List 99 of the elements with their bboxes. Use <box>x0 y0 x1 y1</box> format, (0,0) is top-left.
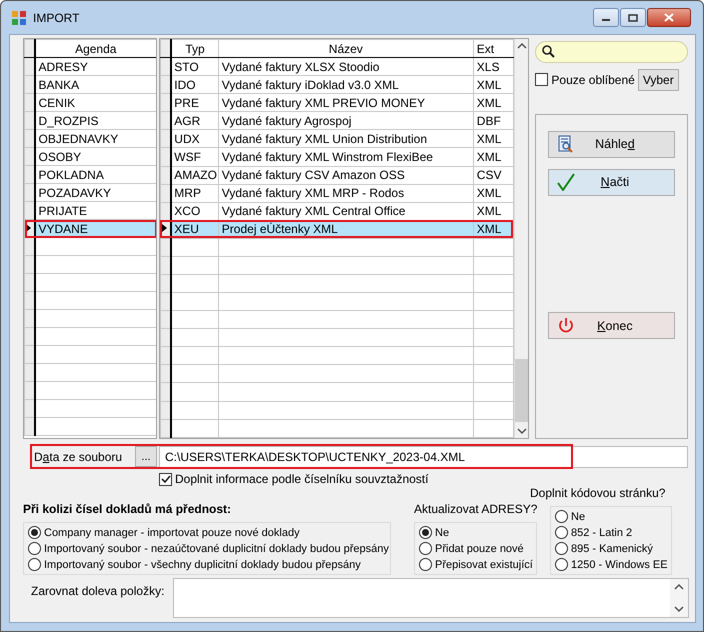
grid-row[interactable]: STO Vydané faktury XLSX Stoodio XLS <box>160 58 514 76</box>
table-cell: XML <box>473 148 514 166</box>
check-icon <box>160 474 170 484</box>
checkbox[interactable] <box>535 73 548 86</box>
table-cell: Vydané faktury Agrospoj <box>218 112 474 130</box>
table-cell: Vydané faktury XLSX Stoodio <box>218 58 474 76</box>
table-cell: Vydané faktury XML MRP - Rodos <box>218 184 474 202</box>
checkbox[interactable] <box>159 472 172 486</box>
radio-label: Přepisovat existující <box>435 558 533 570</box>
scroll-up-icon <box>516 42 527 50</box>
column-header[interactable]: Ext <box>473 40 514 58</box>
radio-label: 1250 - Windows EE <box>571 558 668 570</box>
grid-row[interactable]: AGR Vydané faktury Agrospoj DBF <box>160 112 514 130</box>
table-cell: XEU <box>171 220 218 238</box>
scroll-up-icon <box>674 583 684 591</box>
grid-row[interactable]: IDO Vydané faktury iDoklad v3.0 XML XML <box>160 76 514 94</box>
table-cell: Vydané faktury CSV Amazon OSS <box>218 166 474 184</box>
table-cell: XLS <box>473 58 514 76</box>
load-button[interactable]: Načti <box>548 168 676 196</box>
table-cell: CSV <box>473 166 514 184</box>
table-cell: Vydané faktury iDoklad v3.0 XML <box>218 76 474 94</box>
radio-label: Importovaný soubor - nezaúčtované duplicitní doklady budou přepsány <box>44 542 389 554</box>
close-button[interactable] <box>647 8 691 27</box>
table-cell: Vydané faktury XML PREVIO MONEY <box>218 94 474 112</box>
radio-button[interactable] <box>28 558 41 571</box>
search-icon <box>542 45 556 58</box>
scroll-down-icon <box>516 427 527 435</box>
table-cell: WSF <box>171 148 218 166</box>
radio-button[interactable] <box>419 542 432 555</box>
radio-label: 895 - Kamenický <box>571 542 653 554</box>
power-icon <box>557 316 576 334</box>
minimize-button[interactable] <box>593 8 619 27</box>
grid-row[interactable]: AMAZOI Vydané faktury CSV Amazon OSS CSV <box>160 166 514 184</box>
column-header[interactable]: Název <box>218 40 474 58</box>
checkbox-label: Pouze oblíbené <box>551 72 635 87</box>
scroll-thumb[interactable] <box>514 359 528 422</box>
preview-button[interactable]: Náhled <box>548 130 676 158</box>
table-cell: XML <box>473 76 514 94</box>
scrollbar[interactable] <box>514 39 528 438</box>
group-title: Doplnit kódovou stránku? <box>530 486 666 500</box>
table-cell: PRE <box>171 94 218 112</box>
radio-button[interactable] <box>555 510 568 523</box>
radio-button[interactable] <box>419 526 432 539</box>
radio-label: Ne <box>435 526 450 538</box>
pick-button[interactable]: Vyber <box>638 68 679 91</box>
table-cell: AMAZOI <box>171 166 218 184</box>
radio-button[interactable] <box>28 526 41 539</box>
table-cell: MRP <box>171 184 218 202</box>
checkbox-label: Doplnit informace podle číselníku souvztažností <box>175 472 428 486</box>
table-cell: Prodej eÚčtenky XML <box>218 220 474 238</box>
table-cell: XML <box>473 220 514 238</box>
grid-row[interactable]: UDX Vydané faktury XML Union Distribution XML <box>160 130 514 148</box>
radio-button[interactable] <box>419 558 432 571</box>
table-cell: Vydané faktury XML Union Distribution <box>218 130 474 148</box>
data-grid[interactable] <box>158 38 530 439</box>
radio-button[interactable] <box>555 558 568 571</box>
exit-button[interactable]: Konec <box>548 312 676 339</box>
radio-label: Company manager - importovat pouze nové doklady <box>44 526 300 538</box>
data-grid[interactable]: Agenda ADRESY BANKA CENIK D_ROZPIS OBJEDNAVKY OSOBY POKLADNA POZADAVKY PRIJATE VYDANE <box>23 38 157 439</box>
table-cell: XML <box>473 130 514 148</box>
browse-button[interactable]: ... <box>135 446 157 467</box>
table-cell: AGR <box>171 112 218 130</box>
radio-label: Importovaný soubor - všechny duplicitní doklady budou přepsány <box>44 558 361 570</box>
window-title: IMPORT <box>33 10 80 24</box>
grid-row[interactable]: WSF Vydané faktury XML Winstrom FlexiBee XML <box>160 148 514 166</box>
table-cell: Vydané faktury XML Winstrom FlexiBee <box>218 148 474 166</box>
radio-button[interactable] <box>555 526 568 539</box>
field-label: Zarovnat doleva položky: <box>30 583 166 600</box>
maximize-button[interactable] <box>620 8 646 27</box>
current-row-icon <box>161 224 167 232</box>
field-label: Data ze souboru <box>33 450 124 464</box>
close-icon <box>664 13 674 22</box>
group-title: Aktualizovat ADRESY? <box>414 502 537 516</box>
radio-label: Ne <box>571 510 586 522</box>
radio-button[interactable] <box>555 542 568 555</box>
table-cell: XML <box>473 94 514 112</box>
app-icon <box>11 10 27 26</box>
document-icon <box>557 135 576 154</box>
maximize-icon <box>628 14 638 22</box>
group-title: Při kolizi čísel dokladů má přednost: <box>23 502 232 516</box>
table-cell: STO <box>171 58 218 76</box>
radio-label: Přidat pouze nové <box>435 542 524 554</box>
radio-label: 852 - Latin 2 <box>571 526 632 538</box>
grid-row[interactable]: XCO Vydané faktury XML Central Office XML <box>160 202 514 220</box>
path-field[interactable]: C:\USERS\TERKA\DESKTOP\UCTENKY_2023-04.XML <box>159 446 688 468</box>
grid-row[interactable]: XEU Prodej eÚčtenky XML XML <box>160 220 514 238</box>
check-icon <box>557 173 576 192</box>
radio-button[interactable] <box>28 542 41 555</box>
search-field[interactable] <box>535 41 688 63</box>
column-header[interactable]: Typ <box>171 40 218 58</box>
scroll-down-icon <box>674 605 684 613</box>
table-cell: XML <box>473 184 514 202</box>
grid-row[interactable]: MRP Vydané faktury XML MRP - Rodos XML <box>160 184 514 202</box>
table-cell: DBF <box>473 112 514 130</box>
current-row-icon <box>26 224 31 232</box>
table-cell: IDO <box>171 76 218 94</box>
grid-row[interactable]: PRE Vydané faktury XML PREVIO MONEY XML <box>160 94 514 112</box>
table-cell: UDX <box>171 130 218 148</box>
column-header[interactable]: Agenda <box>34 40 156 58</box>
